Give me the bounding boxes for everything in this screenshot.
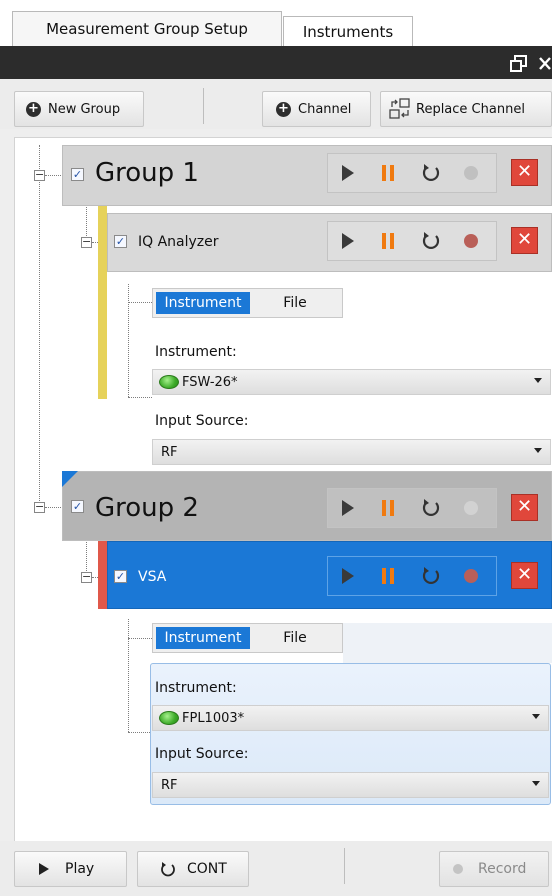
chevron-down-icon	[532, 781, 540, 786]
tree-line	[39, 145, 40, 507]
tree-line	[128, 284, 129, 397]
selected-panel-bg	[343, 623, 552, 663]
record-icon[interactable]	[463, 165, 479, 181]
tree-line	[128, 638, 152, 639]
play-button[interactable]: Play	[14, 851, 127, 887]
instrument-label: Instrument:	[155, 680, 237, 696]
group-1-checkbox[interactable]: ✓	[71, 168, 84, 181]
collapse-toggle[interactable]: −	[81, 236, 92, 248]
play-icon[interactable]	[340, 232, 356, 250]
instrument-label: Instrument:	[155, 344, 237, 360]
cont-label: CONT	[187, 861, 227, 877]
delete-group-1-button[interactable]: ✕	[511, 159, 538, 186]
tree-line	[45, 175, 63, 176]
input-source-dropdown[interactable]: RF	[152, 772, 549, 798]
instrument-dropdown[interactable]: FSW-26*	[152, 369, 551, 395]
tab-measurement-group-setup[interactable]: Measurement Group Setup	[12, 11, 282, 46]
group-1-title: Group 1	[95, 158, 199, 188]
channel-iq-analyzer-checkbox[interactable]: ✓	[114, 235, 127, 248]
record-icon[interactable]	[463, 568, 479, 584]
play-icon	[39, 863, 49, 875]
continuous-icon[interactable]	[420, 163, 442, 183]
continuous-icon	[161, 862, 175, 877]
record-label: Record	[478, 861, 527, 877]
chevron-down-icon	[534, 448, 542, 453]
input-source-dropdown[interactable]: RF	[152, 439, 551, 465]
tab-file[interactable]: File	[250, 292, 340, 314]
continuous-button[interactable]: CONT	[137, 851, 249, 887]
input-source-value: RF	[161, 444, 178, 460]
status-led-icon	[159, 711, 179, 725]
collapse-toggle[interactable]: −	[34, 169, 45, 181]
tab-instrument[interactable]: Instrument	[156, 627, 250, 649]
panel-title-bar	[0, 46, 552, 79]
collapse-toggle[interactable]: −	[34, 501, 45, 513]
continuous-icon[interactable]	[420, 498, 442, 518]
channel-color-marker	[98, 206, 107, 399]
record-button[interactable]: Record	[439, 851, 549, 887]
plus-icon: +	[26, 101, 41, 117]
source-tab-strip: Instrument File	[152, 288, 343, 318]
instrument-dropdown[interactable]: FPL1003*	[152, 705, 549, 731]
selection-corner-icon	[62, 471, 78, 487]
continuous-icon[interactable]	[420, 566, 442, 586]
replace-channel-label: Replace Channel	[416, 101, 525, 117]
new-group-label: New Group	[48, 101, 121, 117]
new-group-button[interactable]: + New Group	[14, 91, 144, 127]
play-icon[interactable]	[340, 499, 356, 517]
tab-label: Instruments	[302, 22, 394, 41]
tab-instruments[interactable]: Instruments	[283, 16, 413, 46]
channel-vsa-checkbox[interactable]: ✓	[114, 570, 127, 583]
add-channel-button[interactable]: + Channel	[262, 91, 371, 127]
input-source-label: Input Source:	[155, 413, 249, 429]
replace-channel-button[interactable]: Replace Channel	[380, 91, 552, 127]
delete-channel-vsa-button[interactable]: ✕	[511, 562, 538, 589]
record-icon	[453, 864, 463, 874]
play-icon[interactable]	[340, 164, 356, 182]
channel-iq-analyzer-name: IQ Analyzer	[138, 234, 219, 250]
input-source-label: Input Source:	[155, 746, 249, 762]
group-2-title: Group 2	[95, 493, 199, 523]
status-led-icon	[159, 375, 179, 389]
delete-channel-iq-analyzer-button[interactable]: ✕	[511, 227, 538, 254]
tab-instrument[interactable]: Instrument	[156, 292, 250, 314]
tree-line	[128, 732, 152, 733]
play-label: Play	[65, 861, 95, 877]
tree-line	[128, 619, 129, 732]
tree-line	[128, 302, 152, 303]
tab-label: Measurement Group Setup	[46, 20, 248, 38]
input-source-value: RF	[161, 777, 178, 793]
instrument-value: FSW-26*	[182, 374, 238, 390]
pause-icon[interactable]	[381, 567, 395, 585]
chevron-down-icon	[532, 714, 540, 719]
chevron-down-icon	[534, 378, 542, 383]
toolbar-divider	[203, 88, 204, 124]
close-icon[interactable]	[538, 56, 552, 71]
restore-icon[interactable]	[510, 55, 528, 72]
delete-group-2-button[interactable]: ✕	[511, 494, 538, 521]
pause-icon[interactable]	[381, 164, 395, 182]
pause-icon[interactable]	[381, 232, 395, 250]
channel-label: Channel	[298, 101, 352, 117]
channel-vsa-name: VSA	[138, 569, 167, 585]
tree-line	[45, 507, 63, 508]
replace-channel-icon	[389, 98, 410, 119]
record-icon[interactable]	[463, 500, 479, 516]
continuous-icon[interactable]	[420, 231, 442, 251]
record-icon[interactable]	[463, 233, 479, 249]
source-tab-strip: Instrument File	[152, 623, 343, 653]
play-icon[interactable]	[340, 567, 356, 585]
pause-icon[interactable]	[381, 499, 395, 517]
plus-icon: +	[276, 101, 291, 117]
collapse-toggle[interactable]: −	[81, 571, 92, 583]
toolbar-divider	[344, 848, 345, 884]
measurement-group-setup-window: Measurement Group Setup Instruments + New…	[0, 0, 552, 896]
channel-color-marker	[98, 541, 107, 609]
tab-file[interactable]: File	[250, 627, 340, 649]
group-2-checkbox[interactable]: ✓	[71, 500, 84, 513]
instrument-value: FPL1003*	[182, 710, 245, 726]
tree-line	[128, 397, 152, 398]
